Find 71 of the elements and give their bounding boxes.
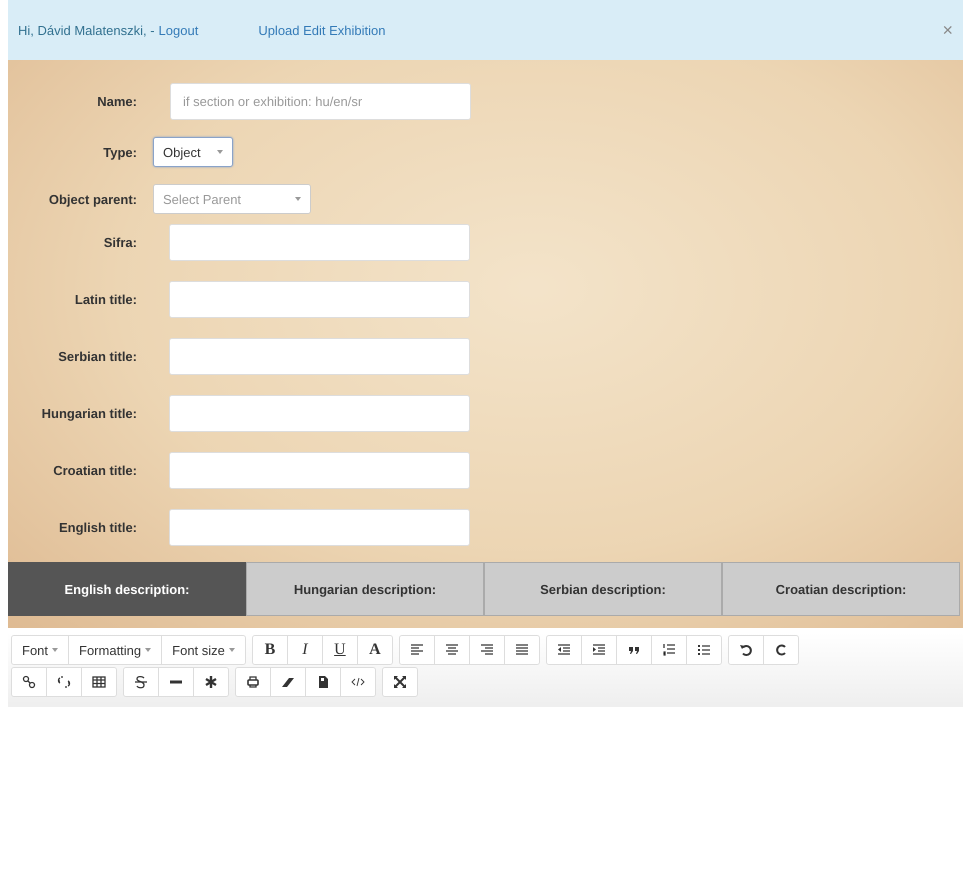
nav-link[interactable]: Upload Edit Exhibition: [258, 22, 932, 38]
code-icon: [351, 675, 365, 689]
quote-button[interactable]: [616, 635, 652, 665]
document-button[interactable]: [305, 667, 341, 697]
asterisk-button[interactable]: [193, 667, 229, 697]
text-input[interactable]: [169, 281, 470, 318]
printer-button[interactable]: [235, 667, 271, 697]
undo-button[interactable]: [728, 635, 764, 665]
field-label: Name:: [96, 94, 137, 109]
name-input[interactable]: if section or exhibition: hu/en/sr: [170, 83, 471, 120]
numbered-list-icon: [662, 643, 676, 657]
field-label: English title:: [58, 520, 137, 535]
eraser-icon: [281, 675, 295, 689]
table-icon: [92, 675, 106, 689]
bullet-list-icon: [696, 643, 711, 657]
field-label: Latin title:: [74, 292, 137, 307]
logout-link[interactable]: Logout: [158, 22, 198, 38]
align-left-icon: [410, 643, 424, 657]
text-input[interactable]: [169, 509, 470, 546]
justify-icon: [514, 643, 529, 657]
asterisk-icon: [204, 675, 218, 689]
type-dropdown[interactable]: Object: [153, 137, 233, 167]
format-button[interactable]: U: [322, 635, 358, 665]
format-button[interactable]: I: [286, 635, 323, 665]
code-button[interactable]: [340, 667, 376, 697]
strikethrough-icon: [134, 675, 148, 689]
horizontal-rule-button[interactable]: [158, 667, 194, 697]
outdent-button[interactable]: [546, 635, 582, 665]
redo-button[interactable]: [762, 635, 799, 665]
printer-icon: [246, 675, 260, 689]
toolbar-dropdown[interactable]: Font: [11, 635, 70, 665]
field-label: Object parent:: [48, 192, 137, 206]
description-tab[interactable]: English description:: [8, 562, 246, 616]
link-button[interactable]: [11, 667, 47, 697]
eraser-button[interactable]: [270, 667, 306, 697]
field-label: Hungarian title:: [40, 406, 137, 421]
greeting-text: Hi, Dávid Malatenszki, -: [18, 22, 155, 38]
align-center-button[interactable]: [434, 635, 470, 665]
justify-button[interactable]: [504, 635, 540, 665]
toolbar-dropdown[interactable]: Font size: [161, 635, 246, 665]
description-tab[interactable]: Serbian description:: [484, 562, 722, 616]
bullet-list-button[interactable]: [686, 635, 722, 665]
text-input[interactable]: [169, 452, 470, 489]
description-tab[interactable]: Hungarian description:: [246, 562, 484, 616]
format-button[interactable]: B: [252, 635, 288, 665]
link-icon: [22, 675, 36, 689]
field-label: Type:: [102, 144, 137, 160]
text-input[interactable]: [169, 224, 470, 261]
align-right-icon: [480, 643, 494, 657]
text-input[interactable]: [169, 338, 470, 375]
format-button[interactable]: A: [356, 635, 393, 665]
undo-icon: [738, 643, 753, 657]
indent-icon: [592, 643, 606, 657]
align-left-button[interactable]: [398, 635, 435, 665]
table-button[interactable]: [81, 667, 117, 697]
align-right-button[interactable]: [468, 635, 505, 665]
fullscreen-button[interactable]: [382, 667, 418, 697]
indent-button[interactable]: [580, 635, 617, 665]
numbered-list-button[interactable]: [650, 635, 687, 665]
field-label: Sifra:: [102, 235, 137, 250]
redo-icon: [774, 643, 788, 657]
fullscreen-icon: [393, 675, 407, 689]
field-label: Serbian title:: [57, 349, 137, 364]
outdent-icon: [556, 643, 571, 657]
text-input[interactable]: [169, 395, 470, 432]
description-tab[interactable]: Croatian description:: [722, 562, 960, 616]
strikethrough-button[interactable]: [123, 667, 159, 697]
document-icon: [316, 675, 330, 689]
field-label: Croatian title:: [52, 463, 137, 478]
align-center-icon: [444, 643, 459, 657]
toolbar-dropdown[interactable]: Formatting: [68, 635, 162, 665]
